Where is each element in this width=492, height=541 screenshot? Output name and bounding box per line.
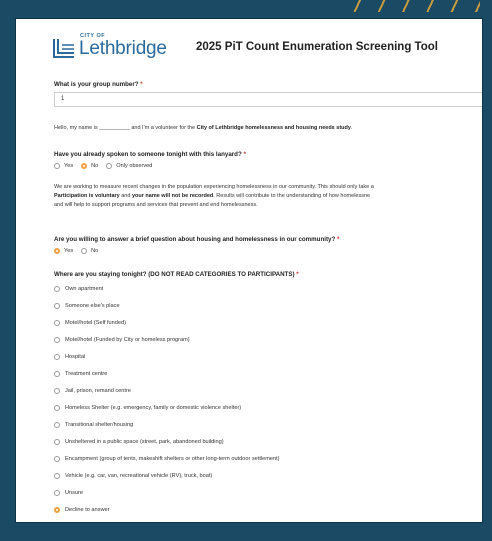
decorative-stripes: [350, 0, 480, 12]
staying-question: Where are you staying tonight? (DO NOT R…: [54, 271, 299, 278]
lanyard-option-only-observed[interactable]: Only observed: [106, 162, 152, 169]
intro-text: Hello, my name is __________ and I'm a v…: [54, 125, 353, 131]
radio-button[interactable]: [54, 336, 60, 343]
radio-button[interactable]: [54, 285, 60, 292]
logo-city-name: Lethbridge: [79, 38, 167, 59]
staying-option[interactable]: Unsure: [54, 484, 299, 501]
willing-option-no[interactable]: No: [81, 247, 98, 254]
radio-button[interactable]: [54, 438, 60, 445]
group-number-section: What is your group number? * 1: [54, 81, 482, 107]
willing-section: Are you willing to answer a brief questi…: [54, 236, 339, 255]
radio-button[interactable]: [54, 319, 60, 326]
staying-option[interactable]: Jail, prison, remand centre: [54, 382, 299, 399]
form-screenshot: CITY OF Lethbridge 2025 PiT Count Enumer…: [16, 19, 482, 522]
page-title: 2025 PiT Count Enumeration Screening Too…: [196, 41, 438, 53]
staying-options: Own apartment Someone else's place Motel…: [54, 280, 299, 518]
staying-option[interactable]: Homeless Shelter (e.g. emergency, family…: [54, 399, 299, 416]
radio-button[interactable]: [54, 370, 60, 377]
staying-section: Where are you staying tonight? (DO NOT R…: [54, 271, 299, 518]
lanyard-question: Have you already spoken to someone tonig…: [54, 151, 246, 158]
staying-option[interactable]: Vehicle (e.g. car, van, recreational veh…: [54, 467, 299, 484]
group-number-input[interactable]: 1: [54, 92, 482, 107]
radio-button[interactable]: [54, 302, 60, 309]
staying-option[interactable]: Own apartment: [54, 280, 299, 297]
lanyard-option-no[interactable]: No: [81, 162, 98, 169]
staying-option[interactable]: Motel/hotel (Self funded): [54, 314, 299, 331]
staying-option[interactable]: Hospital: [54, 348, 299, 365]
radio-no[interactable]: [81, 247, 88, 254]
radio-button[interactable]: [54, 421, 60, 428]
radio-yes[interactable]: [54, 162, 60, 169]
radio-button[interactable]: [54, 387, 60, 394]
willing-option-yes[interactable]: Yes: [54, 247, 73, 254]
lanyard-options: Yes No Only observed: [54, 161, 246, 170]
lanyard-section: Have you already spoken to someone tonig…: [54, 151, 246, 170]
info-paragraph: We are working to measure recent changes…: [54, 184, 374, 208]
radio-button[interactable]: [54, 472, 60, 479]
required-mark: *: [140, 81, 143, 88]
radio-button[interactable]: [54, 353, 60, 360]
radio-only-observed[interactable]: [106, 162, 113, 169]
bridge-logo-icon: [53, 39, 74, 58]
staying-option[interactable]: Encampment (group of tents, makeshift sh…: [54, 450, 299, 467]
willing-question: Are you willing to answer a brief questi…: [54, 236, 340, 243]
radio-button[interactable]: [54, 455, 60, 462]
radio-no-selected[interactable]: [81, 162, 88, 169]
radio-yes-selected[interactable]: [54, 247, 60, 254]
staying-option[interactable]: Unsheltered in a public space (street, p…: [54, 433, 299, 450]
radio-button[interactable]: [54, 489, 60, 496]
willing-options: Yes No: [54, 246, 339, 255]
radio-button-selected[interactable]: [54, 506, 60, 513]
form-header: CITY OF Lethbridge 2025 PiT Count Enumer…: [38, 29, 478, 69]
staying-option-decline-selected[interactable]: Decline to answer: [54, 501, 299, 518]
group-number-question: What is your group number? *: [54, 81, 143, 88]
city-logo: CITY OF Lethbridge: [52, 33, 180, 65]
staying-option[interactable]: Motel/hotel (Funded by City or homeless …: [54, 331, 299, 348]
lanyard-option-yes[interactable]: Yes: [54, 162, 73, 169]
radio-button[interactable]: [54, 404, 60, 411]
staying-option[interactable]: Treatment centre: [54, 365, 299, 382]
staying-option[interactable]: Transitional shelter/housing: [54, 416, 299, 433]
staying-option[interactable]: Someone else's place: [54, 297, 299, 314]
